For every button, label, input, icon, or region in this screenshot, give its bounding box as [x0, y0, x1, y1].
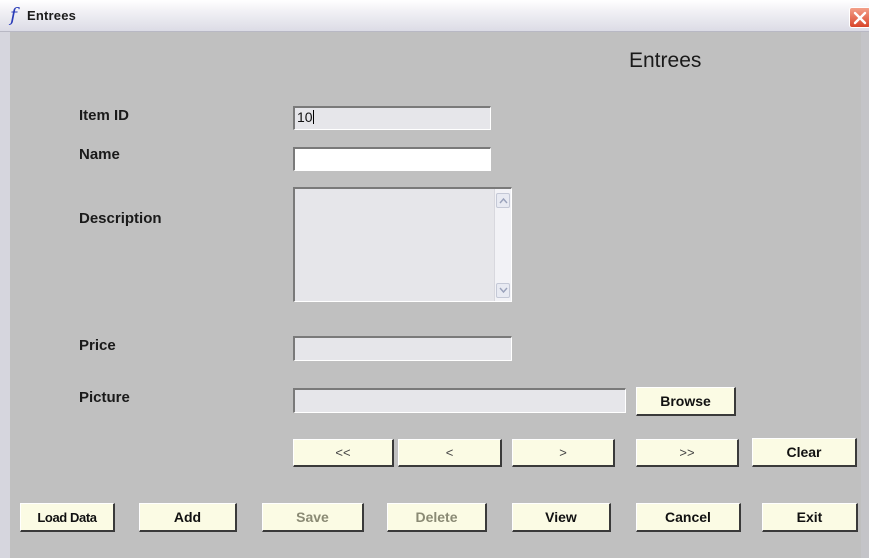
description-textarea[interactable] — [293, 187, 512, 302]
add-button[interactable]: Add — [139, 503, 237, 532]
clear-button[interactable]: Clear — [752, 438, 857, 467]
description-scrollbar[interactable] — [494, 189, 511, 301]
item-id-value: 10 — [297, 109, 313, 125]
price-field[interactable] — [293, 336, 512, 361]
description-label: Description — [79, 210, 162, 227]
save-button[interactable]: Save — [262, 503, 364, 532]
item-id-field[interactable]: 10 — [293, 106, 491, 130]
scroll-up-button[interactable] — [496, 193, 510, 208]
picture-path-field[interactable] — [293, 388, 626, 413]
window-title: Entrees — [27, 8, 77, 23]
item-id-label: Item ID — [79, 107, 130, 124]
text-caret — [312, 110, 314, 124]
title-bar[interactable]: f Entrees — [0, 0, 869, 32]
name-field[interactable] — [293, 147, 491, 171]
form-heading: Entrees — [629, 49, 702, 72]
last-record-button[interactable]: >> — [636, 439, 739, 467]
exit-button[interactable]: Exit — [762, 503, 858, 532]
function-f-icon: f — [10, 4, 18, 26]
chevron-up-icon — [499, 197, 508, 204]
name-label: Name — [79, 146, 120, 163]
cancel-button[interactable]: Cancel — [636, 503, 741, 532]
chevron-down-icon — [499, 287, 508, 294]
first-record-button[interactable]: << — [293, 439, 394, 467]
browse-button[interactable]: Browse — [636, 387, 736, 416]
close-button[interactable] — [849, 7, 869, 28]
price-label: Price — [79, 337, 116, 354]
delete-button[interactable]: Delete — [387, 503, 487, 532]
previous-record-button[interactable]: < — [398, 439, 502, 467]
next-record-button[interactable]: > — [512, 439, 615, 467]
load-data-button[interactable]: Load Data — [20, 503, 115, 532]
close-icon — [853, 11, 867, 25]
scroll-down-button[interactable] — [496, 283, 510, 298]
view-button[interactable]: View — [512, 503, 611, 532]
picture-label: Picture — [79, 389, 130, 406]
